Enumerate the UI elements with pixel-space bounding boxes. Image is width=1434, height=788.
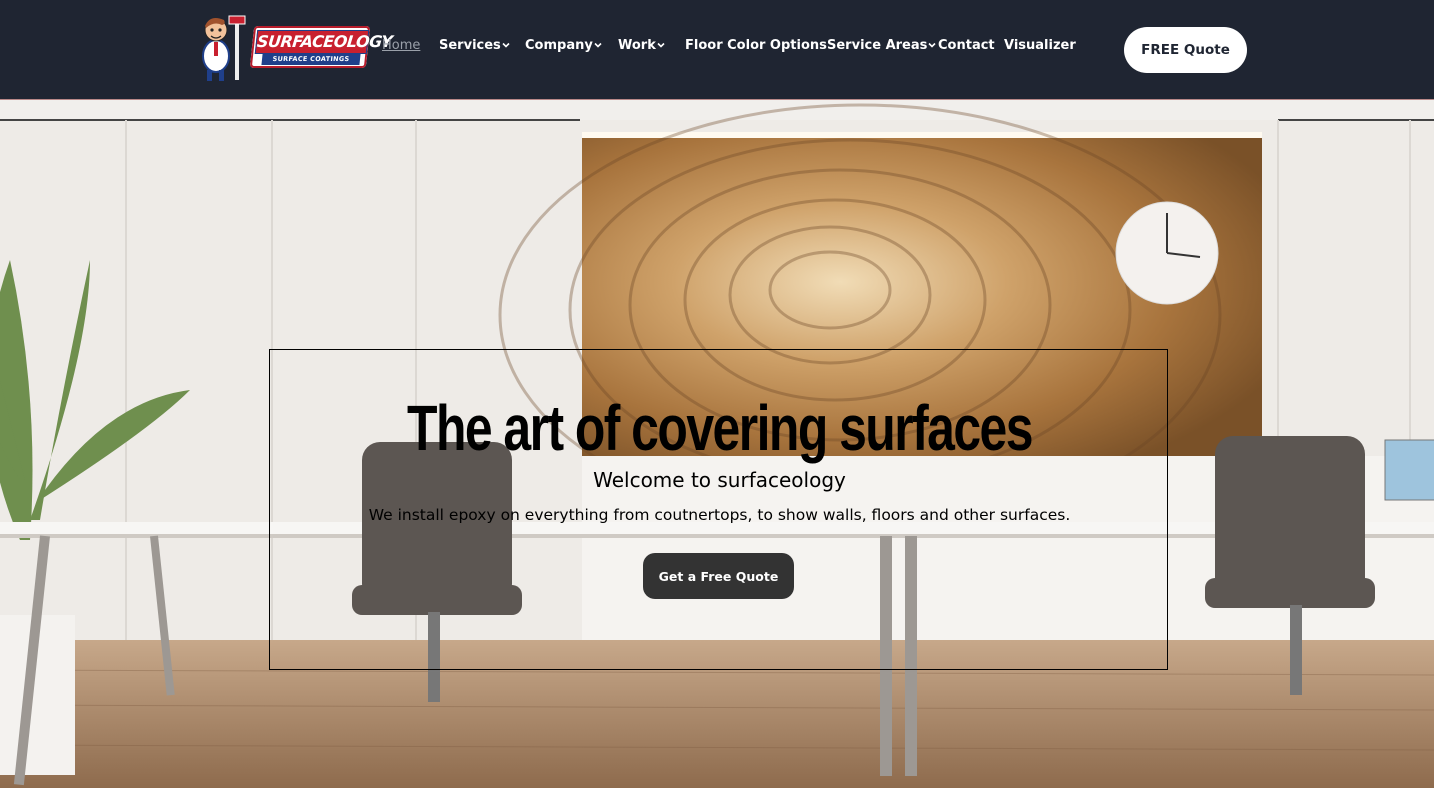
chevron-down-icon (594, 42, 602, 48)
nav-service-areas[interactable]: Service Areas (827, 38, 937, 53)
get-free-quote-button[interactable]: Get a Free Quote (643, 553, 794, 599)
nav-company[interactable]: Company (525, 38, 603, 53)
free-quote-button[interactable]: FREE Quote (1124, 27, 1247, 73)
nav-visualizer[interactable]: Visualizer (1004, 38, 1076, 53)
logo-wordmark: SURFACEOLOGY (254, 30, 393, 54)
mascot-icon (202, 15, 246, 81)
logo-subtitle: SURFACE COATINGS (261, 54, 361, 65)
nav-work[interactable]: Work (618, 38, 666, 53)
hero-section: The art of covering surfaces Welcome to … (0, 100, 1434, 788)
header-divider (0, 99, 1434, 100)
hero-content-box: The art of covering surfaces Welcome to … (269, 349, 1168, 670)
hero-headline: The art of covering surfaces (407, 392, 1033, 464)
nav-contact[interactable]: Contact (938, 38, 995, 53)
site-header: SURFACEOLOGY SURFACE COATINGS Home Servi… (0, 0, 1434, 99)
hero-tagline: We install epoxy on everything from cout… (368, 506, 1071, 524)
nav-services[interactable]: Services (439, 38, 511, 53)
chevron-down-icon (928, 42, 936, 48)
chevron-down-icon (502, 42, 510, 48)
chevron-down-icon (657, 42, 665, 48)
site-logo[interactable]: SURFACEOLOGY SURFACE COATINGS (196, 12, 393, 84)
hero-welcome: Welcome to surfaceology (593, 468, 846, 492)
nav-floor-color-options[interactable]: Floor Color Options (685, 38, 827, 53)
nav-home[interactable]: Home (382, 38, 420, 53)
